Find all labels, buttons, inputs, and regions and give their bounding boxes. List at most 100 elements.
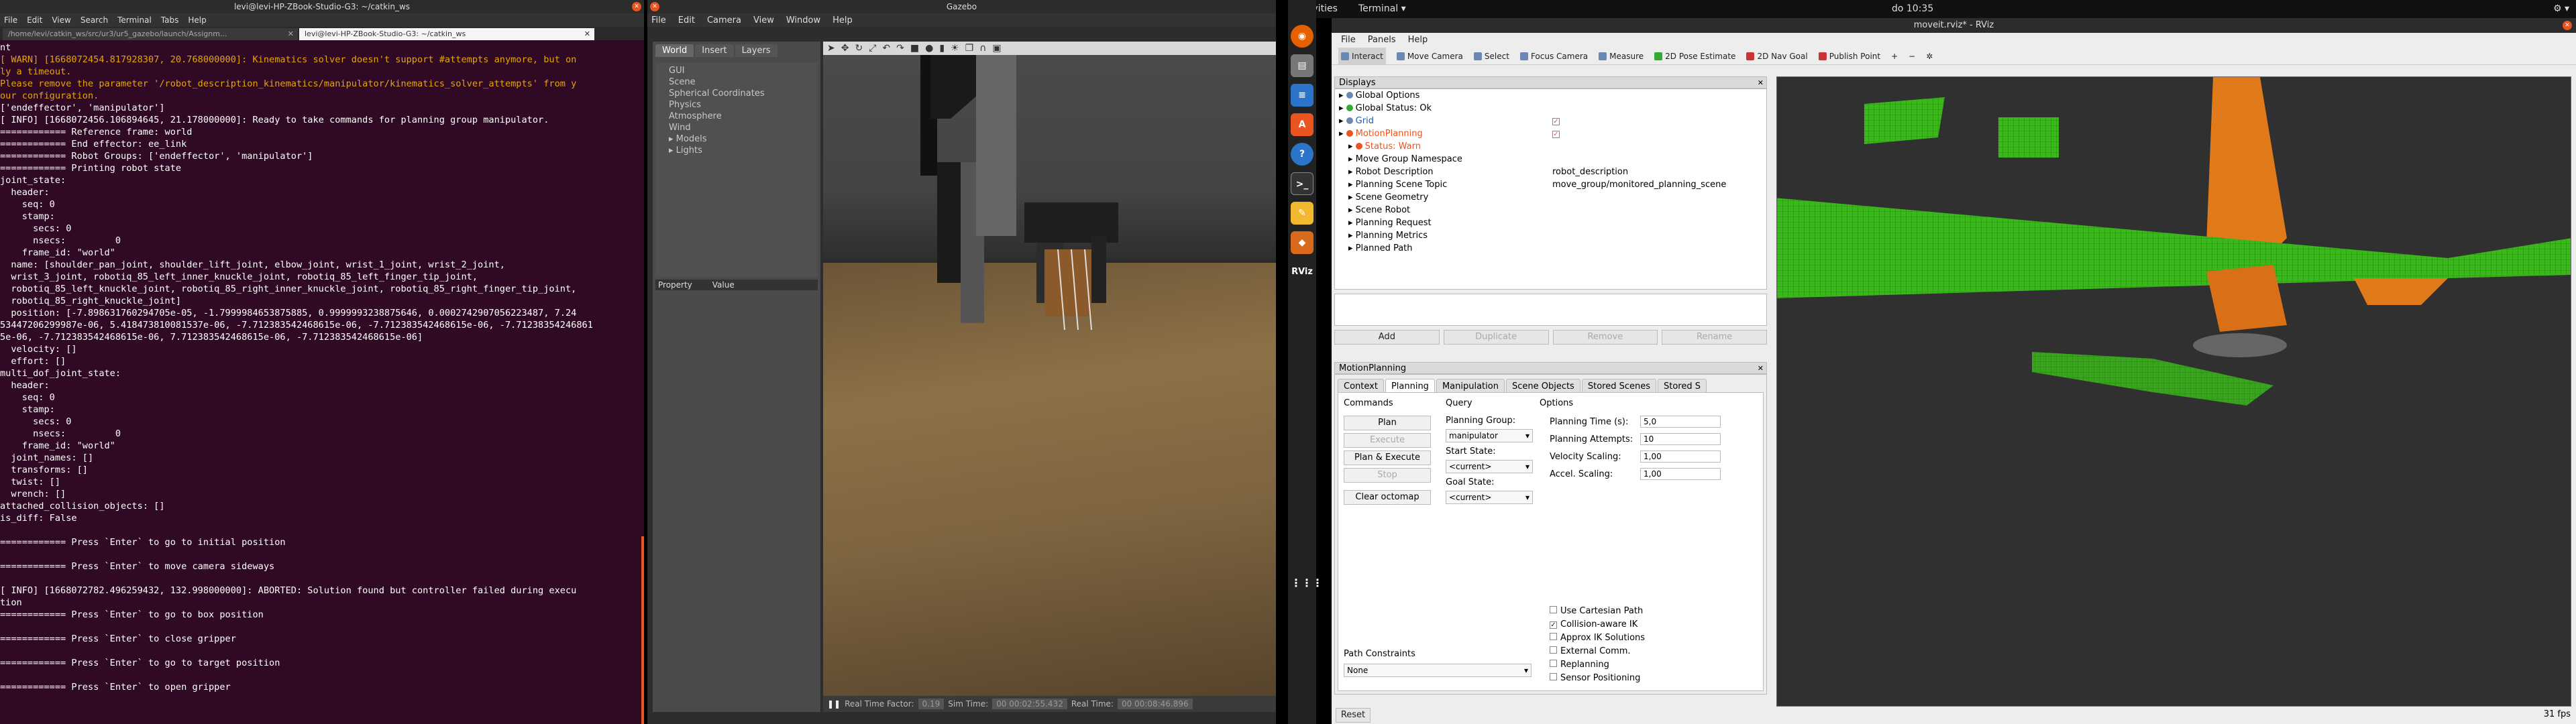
translate-icon[interactable]: ✥ [841,43,849,54]
display-checkbox[interactable]: ✓ [1552,131,1560,138]
menu-panels[interactable]: Panels [1368,33,1396,48]
display-value[interactable]: move_group/monitored_planning_scene [1550,178,1766,191]
display-row[interactable]: ▸ Scene Geometry [1335,191,1766,204]
start-state-select[interactable]: <current> [1446,460,1533,473]
menu-help[interactable]: Help [1408,33,1428,48]
rotate-icon[interactable]: ↻ [855,43,863,54]
tree-item-models[interactable]: ▸ Models [669,133,804,145]
terminal-icon[interactable]: >_ [1291,172,1313,195]
expand-icon[interactable]: ▸ [1348,231,1356,241]
display-row[interactable]: ▸ Global Status: Ok [1335,102,1766,115]
clock[interactable]: do 10:35 [1892,0,1933,18]
execute-button[interactable]: Execute [1344,433,1431,448]
menu-view[interactable]: View [753,15,774,25]
display-row[interactable]: ▸ Planned Path [1335,242,1766,255]
display-value[interactable]: robot_description [1550,166,1766,178]
display-row[interactable]: ▸ Planning Scene Topic move_group/monitor… [1335,178,1766,191]
writer-icon[interactable]: ≡ [1291,84,1313,107]
box-icon[interactable]: ■ [910,43,919,54]
plan-execute-button[interactable]: Plan & Execute [1344,450,1431,465]
add-button[interactable]: Add [1334,330,1440,345]
close-icon[interactable]: ✕ [632,2,641,11]
terminal-tab-2[interactable]: levi@levi-HP-ZBook-Studio-G3: ~/catkin_w… [299,28,594,40]
tab-planning[interactable]: Planning [1385,379,1435,394]
option-checkbox[interactable]: Sensor Positioning [1550,673,1640,683]
rename-button[interactable]: Rename [1662,330,1767,345]
system-tray[interactable]: ⚙ ▾ [2553,0,2569,18]
display-row[interactable]: ▸ Status: Warn [1335,140,1766,153]
display-value[interactable]: ✓ [1550,115,1766,127]
menu-view[interactable]: View [52,15,70,25]
checkbox-box[interactable] [1550,646,1557,654]
accel-scaling-spinbox[interactable]: 1,00 [1640,468,1721,480]
display-value[interactable] [1550,153,1766,166]
remove-button[interactable]: Remove [1552,330,1658,345]
tab-world[interactable]: World [655,44,694,57]
scale-icon[interactable]: ⤢ [869,43,876,54]
redo-icon[interactable]: ↷ [896,43,904,54]
rviz-3d-view[interactable] [1776,76,2571,707]
option-checkbox[interactable]: External Comm. [1550,646,1631,656]
tree-item-atmosphere[interactable]: Atmosphere [669,111,804,122]
close-icon[interactable]: ✕ [1758,77,1764,89]
software-icon[interactable]: A [1291,113,1313,136]
tab-stored-scenes[interactable]: Stored Scenes [1581,379,1656,394]
stop-button[interactable]: Stop [1344,468,1431,483]
gazebo-viewport[interactable]: ➤ ✥ ↻ ⤢ ↶ ↷ ■ ● ▮ ☀ ❐ ∩ ▣ ❚❚ Real Time F… [823,42,1276,712]
displays-tree[interactable]: ▸ Global Options ▸ Global Status: Ok ▸ Gri… [1334,88,1767,290]
display-value[interactable]: ✓ [1550,127,1766,140]
undo-icon[interactable]: ↶ [882,43,890,54]
expand-icon[interactable]: ▸ [1348,205,1356,215]
planning-time-spinbox[interactable]: 5,0 [1640,416,1721,428]
display-row[interactable]: ▸ MotionPlanning ✓ [1335,127,1766,140]
planning-group-select[interactable]: manipulator [1446,429,1533,442]
tool-focus-camera[interactable]: Focus Camera [1519,48,1588,64]
terminal-output[interactable]: nt[ WARN] [1668072454.817928307, 20.7680… [0,40,644,711]
tree-item-gui[interactable]: GUI [669,65,804,76]
checkbox-box[interactable]: ✓ [1550,621,1557,629]
expand-icon[interactable]: ▸ [1348,154,1356,164]
pause-icon[interactable]: ❚❚ [827,699,841,709]
expand-icon[interactable]: ▸ [1348,167,1356,177]
path-constraints-select[interactable]: None [1344,664,1532,677]
velocity-scaling-spinbox[interactable]: 1,00 [1640,450,1721,463]
checkbox-box[interactable] [1550,606,1557,613]
expand-icon[interactable]: ▸ [1339,129,1346,139]
display-value[interactable] [1550,204,1766,217]
tab-layers[interactable]: Layers [735,44,777,57]
firefox-icon[interactable]: ◉ [1291,25,1313,48]
menu-edit[interactable]: Edit [27,15,42,25]
close-icon[interactable]: ✕ [584,28,590,40]
goal-state-select[interactable]: <current> [1446,491,1533,504]
tab-manipulation[interactable]: Manipulation [1436,379,1505,394]
menu-window[interactable]: Window [786,15,820,25]
tree-item-spherical[interactable]: Spherical Coordinates [669,88,804,99]
rviz-window[interactable]: moveit.rviz* - RViz ✕ File Panels Help In… [1332,18,2576,724]
menu-file[interactable]: File [651,15,666,25]
option-checkbox[interactable]: Replanning [1550,660,1609,670]
tool-interact[interactable]: Interact [1338,48,1386,64]
display-value[interactable] [1550,102,1766,115]
display-value[interactable] [1550,140,1766,153]
display-row[interactable]: ▸ Planning Metrics [1335,229,1766,242]
tab-scene-objects[interactable]: Scene Objects [1505,379,1580,394]
display-value[interactable] [1550,242,1766,255]
tab-stored-states[interactable]: Stored S [1658,379,1707,394]
files-icon[interactable]: ▤ [1291,54,1313,77]
planning-attempts-spinbox[interactable]: 10 [1640,433,1721,445]
app-grid-icon[interactable]: ⋮⋮⋮ [1291,572,1323,595]
menu-file[interactable]: File [4,15,17,25]
tool-select[interactable]: Select [1473,48,1509,64]
checkbox-box[interactable] [1550,633,1557,640]
expand-icon[interactable]: ▸ [1348,243,1356,253]
menu-search[interactable]: Search [80,15,108,25]
sphere-icon[interactable]: ● [925,43,933,54]
expand-icon[interactable]: ▸ [1339,116,1346,126]
tree-item-lights[interactable]: ▸ Lights [669,145,804,156]
close-icon[interactable]: ✕ [1758,363,1764,375]
terminal-tab-1[interactable]: /home/levi/catkin_ws/src/ur3/ur5_gazebo/… [3,28,298,40]
display-row[interactable]: ▸ Move Group Namespace [1335,153,1766,166]
close-icon[interactable]: ✕ [2563,21,2572,30]
clear-octomap-button[interactable]: Clear octomap [1344,490,1431,505]
tree-item-physics[interactable]: Physics [669,99,804,111]
